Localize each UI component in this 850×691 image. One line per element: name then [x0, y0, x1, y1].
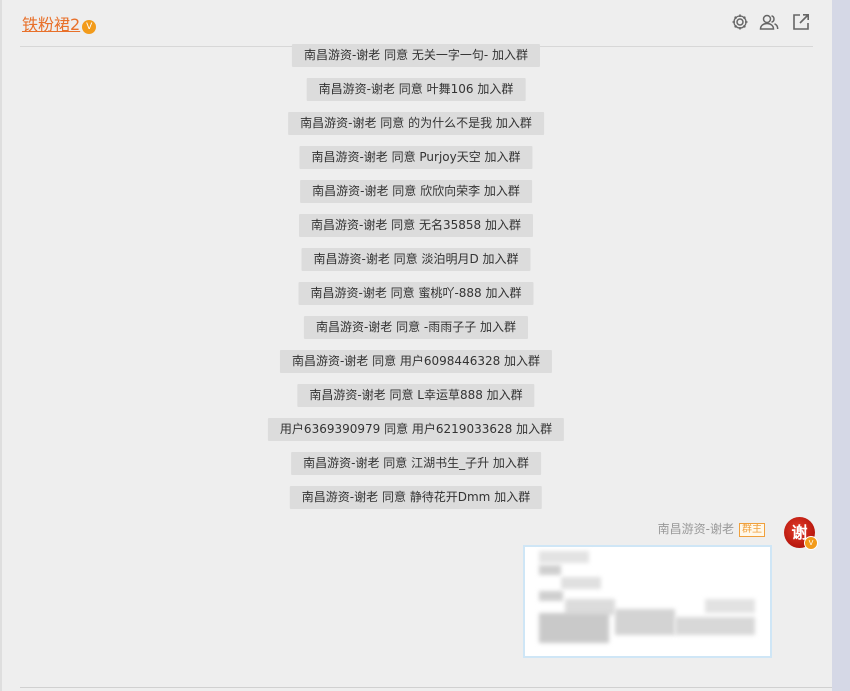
settings-icon[interactable] [730, 12, 750, 32]
system-message-list: 南昌游资-谢老 同意 无关一字一句- 加入群 南昌游资-谢老 同意 叶舞106 … [0, 44, 832, 514]
chat-header: 铁粉裙2 V [0, 0, 832, 46]
system-message: 南昌游资-谢老 同意 淡泊明月D 加入群 [301, 248, 531, 271]
system-message: 南昌游资-谢老 同意 -雨雨子子 加入群 [303, 316, 529, 339]
popout-icon[interactable] [791, 12, 811, 32]
input-divider [20, 687, 832, 688]
blurred-region [615, 609, 675, 635]
blurred-region [539, 613, 609, 643]
blurred-region [705, 599, 755, 613]
blurred-region [539, 591, 563, 601]
blurred-region [561, 577, 601, 589]
message-sender: 南昌游资-谢老 群主 [658, 520, 765, 537]
system-message: 南昌游资-谢老 同意 静待花开Dmm 加入群 [289, 486, 543, 509]
system-message: 南昌游资-谢老 同意 用户6098446328 加入群 [279, 350, 553, 373]
blurred-region [539, 565, 561, 575]
vip-icon: V [82, 20, 97, 34]
blurred-region [675, 617, 755, 635]
system-message: 南昌游资-谢老 同意 无名35858 加入群 [299, 214, 533, 237]
sender-name[interactable]: 南昌游资-谢老 [658, 522, 734, 536]
system-message: 用户6369390979 同意 用户6219033628 加入群 [267, 418, 565, 441]
blurred-region [539, 551, 589, 563]
group-title-link[interactable]: 铁粉裙2 V [22, 11, 97, 35]
system-message: 南昌游资-谢老 同意 无关一字一句- 加入群 [291, 44, 541, 67]
owner-badge: 群主 [739, 523, 765, 537]
vip-icon: V [804, 536, 818, 550]
system-message: 南昌游资-谢老 同意 Purjoy天空 加入群 [299, 146, 533, 169]
members-icon[interactable] [759, 12, 779, 32]
window-right-edge [832, 0, 850, 691]
system-message: 南昌游资-谢老 同意 的为什么不是我 加入群 [288, 112, 544, 135]
system-message: 南昌游资-谢老 同意 江湖书生_子升 加入群 [291, 452, 541, 475]
image-message[interactable] [523, 545, 772, 658]
system-message: 南昌游资-谢老 同意 叶舞106 加入群 [306, 78, 526, 101]
system-message: 南昌游资-谢老 同意 L幸运草888 加入群 [297, 384, 535, 407]
system-message: 南昌游资-谢老 同意 蜜桃吖-888 加入群 [298, 282, 534, 305]
system-message: 南昌游资-谢老 同意 欣欣向荣李 加入群 [300, 180, 532, 203]
